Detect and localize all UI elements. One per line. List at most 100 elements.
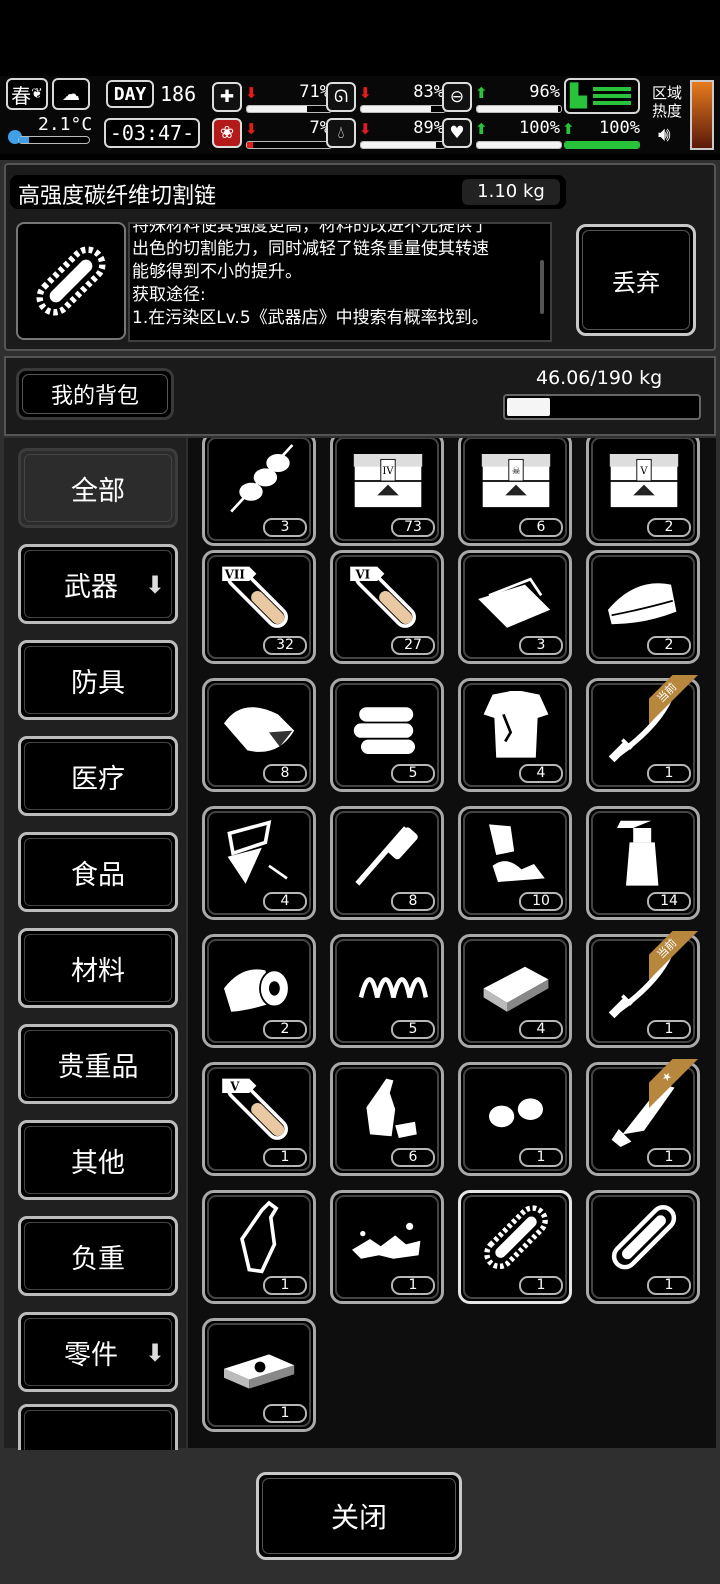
- item-description[interactable]: 特殊材料使其强度更高，材料的改进不光提供了 出色的切割能力，同时减轻了链条重量使…: [128, 222, 552, 342]
- inventory-slot[interactable]: 6: [330, 1062, 444, 1176]
- category-label: 负重: [71, 1243, 125, 1275]
- svg-text:V: V: [639, 466, 648, 477]
- stamina-bar: [564, 141, 640, 149]
- whetstone-icon: [483, 966, 549, 1012]
- svg-text:IV: IV: [382, 466, 394, 477]
- close-button[interactable]: 关闭: [256, 1472, 462, 1560]
- inventory-slot[interactable]: 1: [202, 1318, 316, 1432]
- inventory-slot[interactable]: 2: [202, 934, 316, 1048]
- inventory-slot[interactable]: 4: [458, 678, 572, 792]
- inventory-slot[interactable]: 14: [586, 806, 700, 920]
- cutting-chain-icon: [36, 246, 106, 316]
- stamina-boot-icon: ▙: [564, 78, 640, 114]
- category-tab[interactable]: 贵重品: [18, 1024, 178, 1104]
- inventory-slot[interactable]: 3: [202, 438, 316, 546]
- mood-percent: 100%: [519, 118, 560, 138]
- inventory-slot[interactable]: V2: [586, 438, 700, 546]
- inventory-slot[interactable]: 1: [330, 1190, 444, 1304]
- inventory-slot[interactable]: 1 当前: [586, 931, 701, 1048]
- speaker-icon[interactable]: 🔊︎: [658, 122, 671, 146]
- spray-bottle-icon: [617, 820, 659, 886]
- category-sidebar[interactable]: 全部 武器 ⬇ 防具 医疗 食品 材料 贵重品 其他 负重 零件 ⬇: [4, 438, 186, 1484]
- svg-text:VI: VI: [355, 567, 371, 581]
- category-label: 武器: [64, 571, 118, 603]
- rubble-icon: [352, 1222, 421, 1259]
- item-quantity: 4: [519, 764, 563, 783]
- inventory-slot[interactable]: 4: [458, 934, 572, 1048]
- region-heat-label: 区域 热度: [652, 84, 682, 120]
- inventory-slot[interactable]: 8: [330, 806, 444, 920]
- my-bag-label: 我的背包: [50, 384, 139, 409]
- category-label: 零件: [64, 1339, 118, 1371]
- item-grid[interactable]: 3 IV 73 ☠ 6 V 2 VII 32 VI 27 3 2 8 5 4 1 当前 4 8 10 14 2 5 4 1 当前…: [188, 438, 716, 1448]
- rags-icon: [489, 824, 545, 882]
- hunger-stat: ᘏ ⬇ 83%: [326, 80, 446, 114]
- inventory-slot[interactable]: 1: [458, 1190, 572, 1304]
- category-label: 其他: [71, 1147, 125, 1179]
- equipped-badge: 当前: [649, 931, 701, 983]
- energy-stat: ⊖ ⬆ 96%: [442, 80, 562, 114]
- discard-button[interactable]: 丢弃: [576, 224, 696, 336]
- category-label: 材料: [71, 955, 125, 987]
- inventory-slot[interactable]: 1 ★: [586, 1059, 701, 1176]
- inventory-slot[interactable]: VII 32: [202, 550, 316, 664]
- category-tab[interactable]: 食品: [18, 832, 178, 912]
- category-tab[interactable]: 防具: [18, 640, 178, 720]
- inventory-slot[interactable]: 5: [330, 678, 444, 792]
- inventory-slot[interactable]: 1: [202, 1190, 316, 1304]
- category-tab[interactable]: 其他: [18, 1120, 178, 1200]
- stamina-percent: 100%: [599, 118, 640, 138]
- raw-meat-icon: [224, 707, 295, 752]
- trend-down-icon: ⬇: [359, 84, 372, 102]
- item-quantity: 27: [391, 636, 435, 655]
- item-quantity: 1: [647, 1276, 691, 1295]
- brain-icon: ❀: [212, 118, 242, 148]
- item-quantity: 5: [391, 1020, 435, 1039]
- category-tab[interactable]: 武器 ⬇: [18, 544, 178, 624]
- download-arrow-icon: ⬇: [144, 571, 165, 599]
- bottle-icon: [240, 1200, 279, 1274]
- inventory-slot[interactable]: VI 27: [330, 550, 444, 664]
- inventory-slot[interactable]: ☠ 6: [458, 438, 572, 546]
- category-tab[interactable]: 零件 ⬇: [18, 1312, 178, 1392]
- inventory-slot[interactable]: 1: [458, 1062, 572, 1176]
- inventory-slot[interactable]: 3: [458, 550, 572, 664]
- inventory-slot[interactable]: 4: [202, 806, 316, 920]
- description-scrollbar[interactable]: [540, 260, 544, 314]
- badge-label: 当前: [649, 675, 701, 727]
- skewer-icon: [230, 444, 294, 513]
- inventory-slot[interactable]: V1: [202, 1062, 316, 1176]
- game-clock: -03:47-: [104, 118, 200, 148]
- inventory-slot[interactable]: 8: [202, 678, 316, 792]
- bag-capacity-bar: [503, 394, 701, 420]
- inventory-slot[interactable]: 1 当前: [586, 675, 701, 792]
- item-quantity: 2: [647, 636, 691, 655]
- my-bag-tab[interactable]: 我的背包: [16, 368, 174, 420]
- stomach-icon: ᘏ: [326, 82, 356, 112]
- region-label-line1: 区域: [652, 84, 683, 102]
- towel-icon: [608, 583, 677, 625]
- stamina-stat: ⬆ 100%: [556, 116, 646, 150]
- category-tab[interactable]: 材料: [18, 928, 178, 1008]
- category-tab[interactable]: 全部: [18, 448, 178, 528]
- category-tab[interactable]: 负重: [18, 1216, 178, 1296]
- inventory-slot[interactable]: 10: [458, 806, 572, 920]
- item-quantity: 1: [263, 1148, 307, 1167]
- energy-percent: 96%: [529, 82, 560, 102]
- inventory-slot[interactable]: 1: [586, 1190, 700, 1304]
- item-quantity: 4: [263, 892, 307, 911]
- close-label: 关闭: [330, 1501, 387, 1534]
- category-label: 食品: [71, 859, 125, 891]
- inventory-slot[interactable]: 5: [330, 934, 444, 1048]
- category-tab[interactable]: 医疗: [18, 736, 178, 816]
- status-hud: 春 ❦ ☁ 2.1°C DAY 186 -03:47- ✚ ⬇ 71% ᘏ ⬇ 8…: [0, 76, 720, 154]
- inventory-slot[interactable]: IV 73: [330, 438, 444, 546]
- test-tube-vii-icon: VII: [222, 566, 288, 628]
- badge-label: 当前: [649, 931, 701, 983]
- item-name: 高强度碳纤维切割链: [18, 184, 217, 209]
- health-percent: 71%: [299, 82, 330, 102]
- description-line: 出色的切割能力，同时减轻了链条重量使其转速: [132, 239, 489, 259]
- description-line: 能够得到不小的提升。: [132, 262, 302, 282]
- inventory-slot[interactable]: 2: [586, 550, 700, 664]
- item-quantity: 73: [391, 518, 435, 537]
